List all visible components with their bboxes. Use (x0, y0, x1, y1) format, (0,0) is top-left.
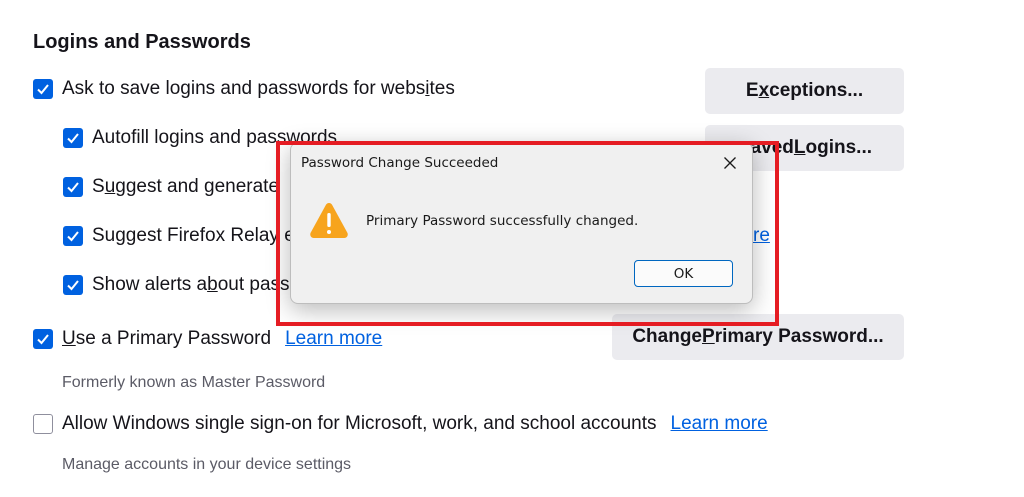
ask-save-label: Ask to save logins and passwords for web… (62, 78, 455, 99)
show-alerts-checkbox[interactable] (63, 275, 83, 295)
checkmark-icon (37, 84, 49, 95)
relay-learn-more-link[interactable]: re (753, 225, 770, 247)
windows-sso-learn-more-link[interactable]: Learn more (671, 413, 768, 435)
close-icon[interactable] (718, 151, 742, 175)
windows-sso-checkbox[interactable] (33, 414, 53, 434)
checkmark-icon (67, 133, 79, 144)
checkmark-icon (37, 334, 49, 345)
section-heading: Logins and Passwords (33, 31, 251, 53)
dialog-title: Password Change Succeeded (301, 155, 499, 171)
primary-password-row[interactable]: Use a Primary Password Learn more (33, 328, 382, 350)
suggest-relay-row[interactable]: Suggest Firefox Relay e (63, 225, 295, 247)
primary-password-checkbox[interactable] (33, 329, 53, 349)
relay-link-text[interactable]: re (753, 225, 770, 247)
windows-sso-note: Manage accounts in your device settings (62, 456, 352, 473)
ask-save-checkbox[interactable] (33, 79, 53, 99)
checkmark-icon (67, 182, 79, 193)
suggest-generate-row[interactable]: Suggest and generate (63, 176, 279, 198)
suggest-generate-label: Suggest and generate (92, 176, 280, 197)
windows-sso-row[interactable]: Allow Windows single sign-on for Microso… (33, 413, 768, 435)
suggest-relay-checkbox[interactable] (63, 226, 83, 246)
ask-save-logins-row[interactable]: Ask to save logins and passwords for web… (33, 78, 455, 100)
suggest-relay-label: Suggest Firefox Relay e (92, 225, 295, 246)
warning-triangle-icon (307, 199, 351, 247)
show-alerts-row[interactable]: Show alerts about pass (63, 274, 290, 296)
autofill-checkbox[interactable] (63, 128, 83, 148)
dialog-message: Primary Password successfully changed. (366, 213, 639, 229)
checkmark-icon (67, 231, 79, 242)
suggest-generate-checkbox[interactable] (63, 177, 83, 197)
checkmark-icon (67, 280, 79, 291)
ok-button[interactable]: OK (634, 260, 733, 287)
primary-password-label: Use a Primary Password (62, 328, 272, 349)
primary-password-learn-more-link[interactable]: Learn more (285, 328, 382, 350)
show-alerts-label: Show alerts about pass (92, 274, 290, 295)
change-primary-password-button[interactable]: Change Primary Password... (612, 314, 904, 360)
primary-password-note: Formerly known as Master Password (62, 374, 326, 391)
password-change-dialog: Password Change Succeeded Primary Passwo… (290, 142, 753, 304)
windows-sso-label: Allow Windows single sign-on for Microso… (62, 413, 657, 434)
exceptions-button[interactable]: Ex ceptions... (705, 68, 904, 114)
